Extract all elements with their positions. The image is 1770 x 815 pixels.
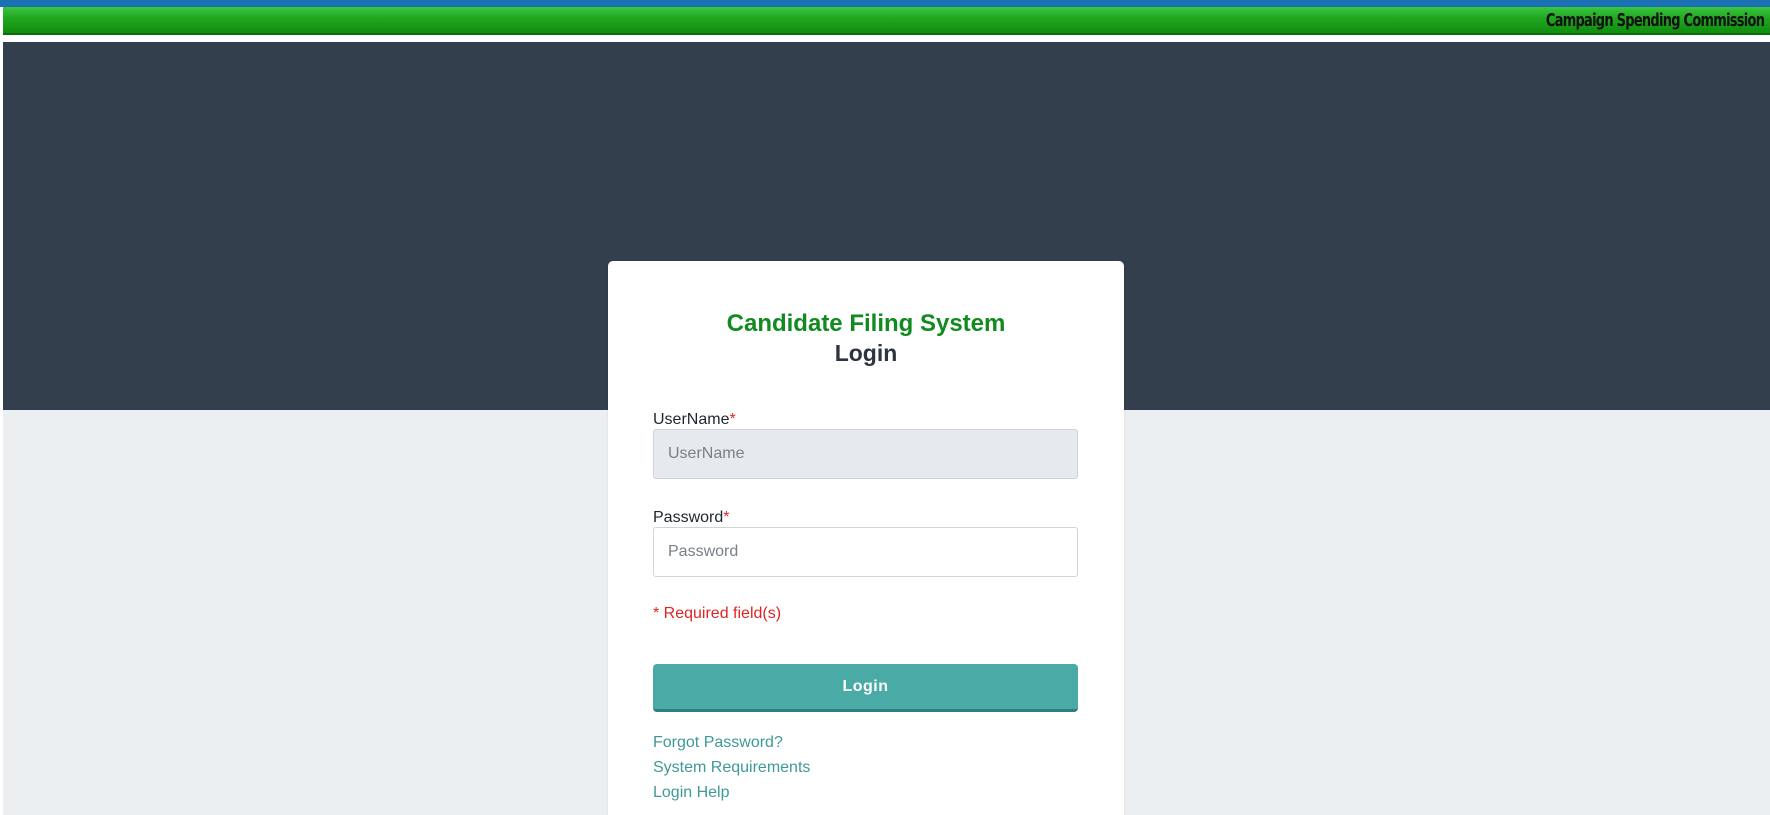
top-accent-strip [0, 0, 1770, 7]
login-page: Campaign Spending Commission Candidate F… [0, 0, 1770, 815]
card-title: Candidate Filing System [726, 310, 1006, 337]
username-label: UserName* [653, 410, 736, 430]
brand-logo-text: Campaign Spending Commission [1545, 10, 1765, 31]
username-required-mark: * [729, 411, 736, 428]
forgot-password-link[interactable]: Forgot Password? [653, 733, 783, 753]
username-input[interactable] [653, 429, 1078, 479]
username-label-text: UserName [653, 411, 730, 428]
card-subtitle: Login [834, 340, 898, 366]
password-input[interactable] [653, 527, 1078, 577]
login-help-link[interactable]: Login Help [653, 783, 730, 803]
system-requirements-link[interactable]: System Requirements [653, 758, 810, 778]
password-label: Password* [653, 508, 729, 528]
login-button[interactable]: Login [653, 664, 1078, 712]
password-label-text: Password [653, 509, 724, 526]
header-divider [0, 35, 1770, 42]
login-card: Candidate Filing System Login UserName * … [608, 261, 1124, 815]
password-required-mark: * [723, 509, 730, 526]
required-fields-note: * Required field(s) [653, 605, 782, 622]
site-header-bar: Campaign Spending Commission [3, 7, 1770, 35]
